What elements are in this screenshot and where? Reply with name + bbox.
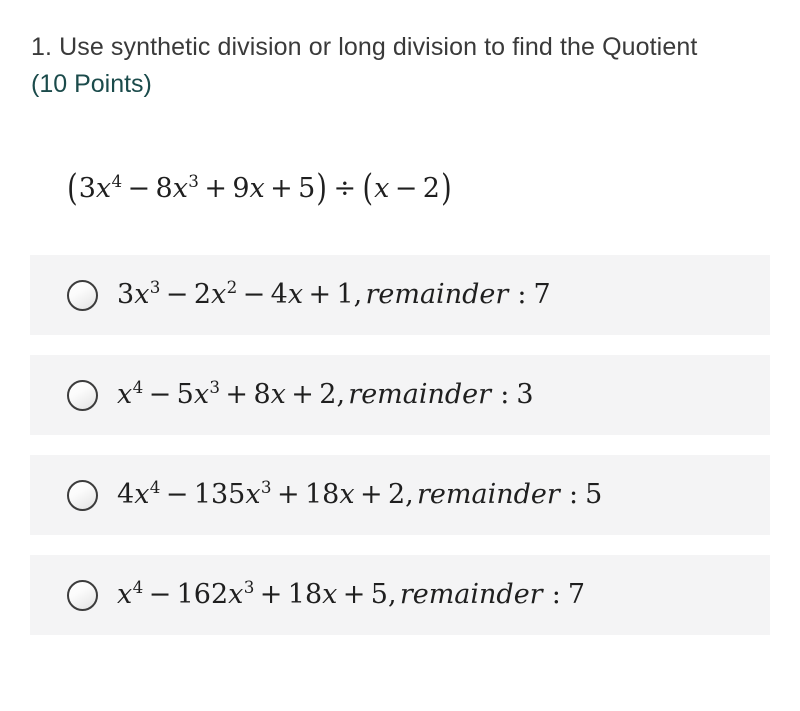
answer-option-d-text: x4−162x3 +18x +5, remainder:7 <box>117 579 585 611</box>
opt-d-comma: , <box>387 579 397 610</box>
opt-a-remainder-label: remainder <box>365 279 509 310</box>
answer-option-b[interactable]: x4−5x3 +8x +2, remainder:3 <box>30 355 770 435</box>
radio-button-d[interactable] <box>67 579 98 611</box>
opt-c-op-3: + <box>359 479 383 510</box>
opt-d-coef-2: 162 <box>176 579 229 610</box>
opt-a-var-1: x <box>134 279 150 310</box>
divisor-constant: 2 <box>422 173 440 204</box>
opt-b-coef-3: 8 <box>253 379 271 410</box>
opt-d-op-2: + <box>259 579 283 610</box>
expr-term1-variable: x <box>95 173 112 204</box>
answer-options-list: 3x3−2x2−4x +1, remainder:7 x4−5x3 +8x +2, rem… <box>30 255 770 635</box>
expr-operator-1: − <box>127 173 151 204</box>
opt-d-remainder-value: 7 <box>567 579 586 610</box>
opt-c-exp-2: 3 <box>260 477 272 497</box>
opt-d-op-3: + <box>342 579 366 610</box>
opt-d-remainder-label: remainder <box>399 579 543 610</box>
opt-c-remainder-label: remainder <box>417 479 560 510</box>
opt-b-remainder-label: remainder <box>348 379 492 410</box>
answer-option-c[interactable]: 4x4−135x3 +18x +2, remainder:5 <box>30 455 770 535</box>
divisor-open-paren: ( <box>362 167 374 210</box>
opt-c-coef-3: 18 <box>304 479 340 510</box>
opt-d-colon: : <box>551 579 561 610</box>
opt-c-op-1: − <box>165 479 189 510</box>
expr-term3-coefficient: 9 <box>232 173 250 204</box>
opt-a-coef-2: 2 <box>193 279 211 310</box>
radio-button-b[interactable] <box>67 379 98 411</box>
opt-d-coef-3: 18 <box>287 579 323 610</box>
opt-d-exp-1: 4 <box>132 577 144 597</box>
opt-b-exp-2: 3 <box>209 377 221 397</box>
opt-a-coef-1: 3 <box>117 279 135 310</box>
opt-d-exp-2: 3 <box>243 577 255 597</box>
question-block: 1. Use synthetic division or long divisi… <box>31 30 731 101</box>
opt-b-op-2: + <box>225 379 249 410</box>
question-points-label: (10 Points) <box>31 70 152 98</box>
opt-a-colon: : <box>517 279 527 310</box>
expr-open-paren: ( <box>67 167 78 210</box>
dividend-expression: (3x4−8x3 +9x +5) ÷ (x −2) <box>66 167 453 209</box>
opt-d-var-3: x <box>322 579 338 610</box>
opt-c-coef-2: 135 <box>193 479 246 510</box>
opt-c-remainder-value: 5 <box>585 479 603 510</box>
expr-operator-3: + <box>270 173 293 204</box>
expr-close-paren: ) <box>316 167 327 210</box>
answer-option-b-text: x4−5x3 +8x +2, remainder:3 <box>117 379 534 411</box>
opt-c-op-2: + <box>276 479 300 510</box>
opt-a-exp-2: 2 <box>226 277 238 297</box>
opt-d-constant: 5 <box>370 579 388 610</box>
expr-term2-variable: x <box>172 173 188 204</box>
expr-constant: 5 <box>298 173 316 204</box>
opt-b-op-3: + <box>291 379 314 410</box>
answer-option-a[interactable]: 3x3−2x2−4x +1, remainder:7 <box>30 255 770 335</box>
answer-option-c-text: 4x4−135x3 +18x +2, remainder:5 <box>117 479 602 511</box>
divisor-close-paren: ) <box>441 167 452 210</box>
opt-c-var-3: x <box>339 479 355 510</box>
expr-operator-2: + <box>204 173 227 204</box>
opt-c-comma: , <box>405 479 414 510</box>
opt-c-exp-1: 4 <box>149 477 161 497</box>
opt-a-op-1: − <box>165 279 189 310</box>
opt-b-coef-2: 5 <box>176 379 194 410</box>
opt-a-var-2: x <box>211 279 227 310</box>
opt-a-exp-1: 3 <box>149 277 161 297</box>
expr-term3-variable: x <box>249 173 265 204</box>
divide-operator: ÷ <box>333 173 357 204</box>
opt-d-var-1: x <box>117 579 133 610</box>
opt-b-op-1: − <box>148 379 172 410</box>
opt-b-var-3: x <box>270 379 286 410</box>
divisor-operator: − <box>394 173 418 204</box>
opt-b-var-2: x <box>193 379 210 410</box>
opt-a-op-2: − <box>242 279 266 310</box>
opt-d-op-1: − <box>148 579 172 610</box>
expr-term1-coefficient: 3 <box>78 173 96 204</box>
opt-a-coef-3: 4 <box>270 279 288 310</box>
opt-c-coef-1: 4 <box>117 479 135 510</box>
opt-c-var-1: x <box>134 479 150 510</box>
opt-a-remainder-value: 7 <box>533 279 551 310</box>
question-prompt: 1. Use synthetic division or long divisi… <box>31 33 698 61</box>
opt-a-comma: , <box>353 279 363 310</box>
opt-b-exp-1: 4 <box>132 377 144 397</box>
opt-c-var-2: x <box>245 479 261 510</box>
expr-term2-exponent: 3 <box>188 171 199 191</box>
divisor-variable: x <box>374 173 390 204</box>
radio-button-a[interactable] <box>67 279 98 311</box>
answer-option-d[interactable]: x4−162x3 +18x +5, remainder:7 <box>30 555 770 635</box>
opt-c-colon: : <box>568 479 579 510</box>
opt-b-colon: : <box>500 379 510 410</box>
radio-button-c[interactable] <box>67 479 98 511</box>
opt-c-constant: 2 <box>387 479 406 510</box>
opt-b-constant: 2 <box>319 379 337 410</box>
expr-term2-coefficient: 8 <box>155 173 173 204</box>
opt-b-comma: , <box>336 379 346 410</box>
opt-b-var-1: x <box>117 379 133 410</box>
opt-a-var-3: x <box>287 279 304 310</box>
opt-a-constant: 1 <box>336 279 354 310</box>
opt-d-var-2: x <box>228 579 244 610</box>
opt-a-op-3: + <box>308 279 332 310</box>
expr-term1-exponent: 4 <box>111 171 123 191</box>
answer-option-a-text: 3x3−2x2−4x +1, remainder:7 <box>117 279 551 311</box>
opt-b-remainder-value: 3 <box>516 379 534 410</box>
